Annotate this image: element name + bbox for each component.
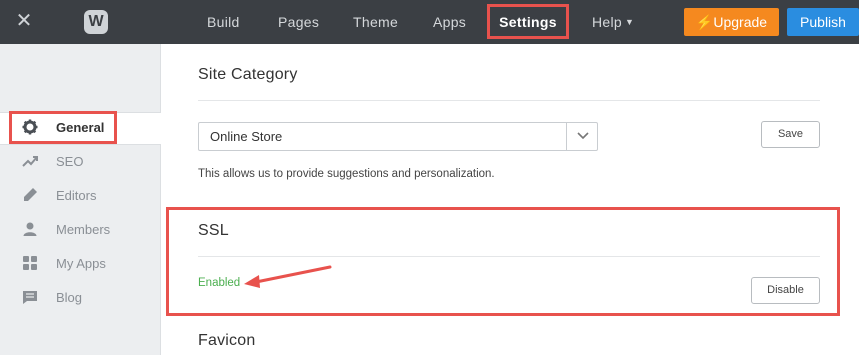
caret-down-icon: ▼ (625, 17, 635, 27)
site-category-select[interactable]: Online Store (198, 122, 598, 151)
logo-letter: W (88, 13, 104, 30)
nav-help-label: Help (592, 14, 622, 30)
sidebar-item-label: My Apps (56, 256, 106, 271)
settings-sidebar: General SEO Editors Members My Apps Blog (0, 44, 161, 355)
sidebar-item-members[interactable]: Members (0, 215, 161, 245)
nav-help[interactable]: Help ▼ (592, 0, 634, 44)
chat-icon (22, 289, 40, 307)
sidebar-item-label: Blog (56, 290, 83, 305)
site-category-help-text: This allows us to provide suggestions an… (198, 168, 495, 180)
publish-button[interactable]: Publish (787, 8, 859, 36)
favicon-title: Favicon (198, 332, 256, 349)
close-icon[interactable]: ✕ (14, 11, 34, 31)
nav-theme[interactable]: Theme (353, 0, 398, 44)
upgrade-label: Upgrade (713, 14, 768, 30)
save-button[interactable]: Save (761, 121, 820, 148)
sidebar-item-label: Editors (56, 188, 97, 203)
annotation-arrow-icon (244, 265, 332, 288)
weebly-logo[interactable]: W (84, 10, 108, 34)
site-category-title: Site Category (198, 66, 298, 83)
chevron-down-icon[interactable] (566, 123, 597, 150)
select-value: Online Store (210, 129, 283, 144)
trend-icon (22, 153, 40, 171)
nav-build[interactable]: Build (207, 0, 240, 44)
sidebar-item-seo[interactable]: SEO (0, 147, 161, 177)
grid-icon (22, 255, 40, 273)
sidebar-item-my-apps[interactable]: My Apps (0, 249, 161, 279)
nav-apps[interactable]: Apps (433, 0, 466, 44)
nav-settings[interactable]: Settings (487, 4, 569, 39)
sidebar-item-label: Members (56, 222, 111, 237)
sidebar-item-blog[interactable]: Blog (0, 283, 161, 313)
ssl-highlight-box (166, 207, 840, 316)
top-bar: ✕ W Build Pages Theme Apps Settings Help… (0, 0, 859, 44)
lightning-icon: ⚡ (695, 14, 714, 30)
sidebar-item-label: SEO (56, 154, 84, 169)
nav-pages[interactable]: Pages (278, 0, 319, 44)
divider (198, 100, 820, 101)
upgrade-button[interactable]: ⚡Upgrade (684, 8, 779, 36)
general-highlight-box (9, 111, 117, 144)
pencil-icon (22, 187, 40, 205)
sidebar-item-editors[interactable]: Editors (0, 181, 161, 211)
person-icon (22, 221, 40, 239)
